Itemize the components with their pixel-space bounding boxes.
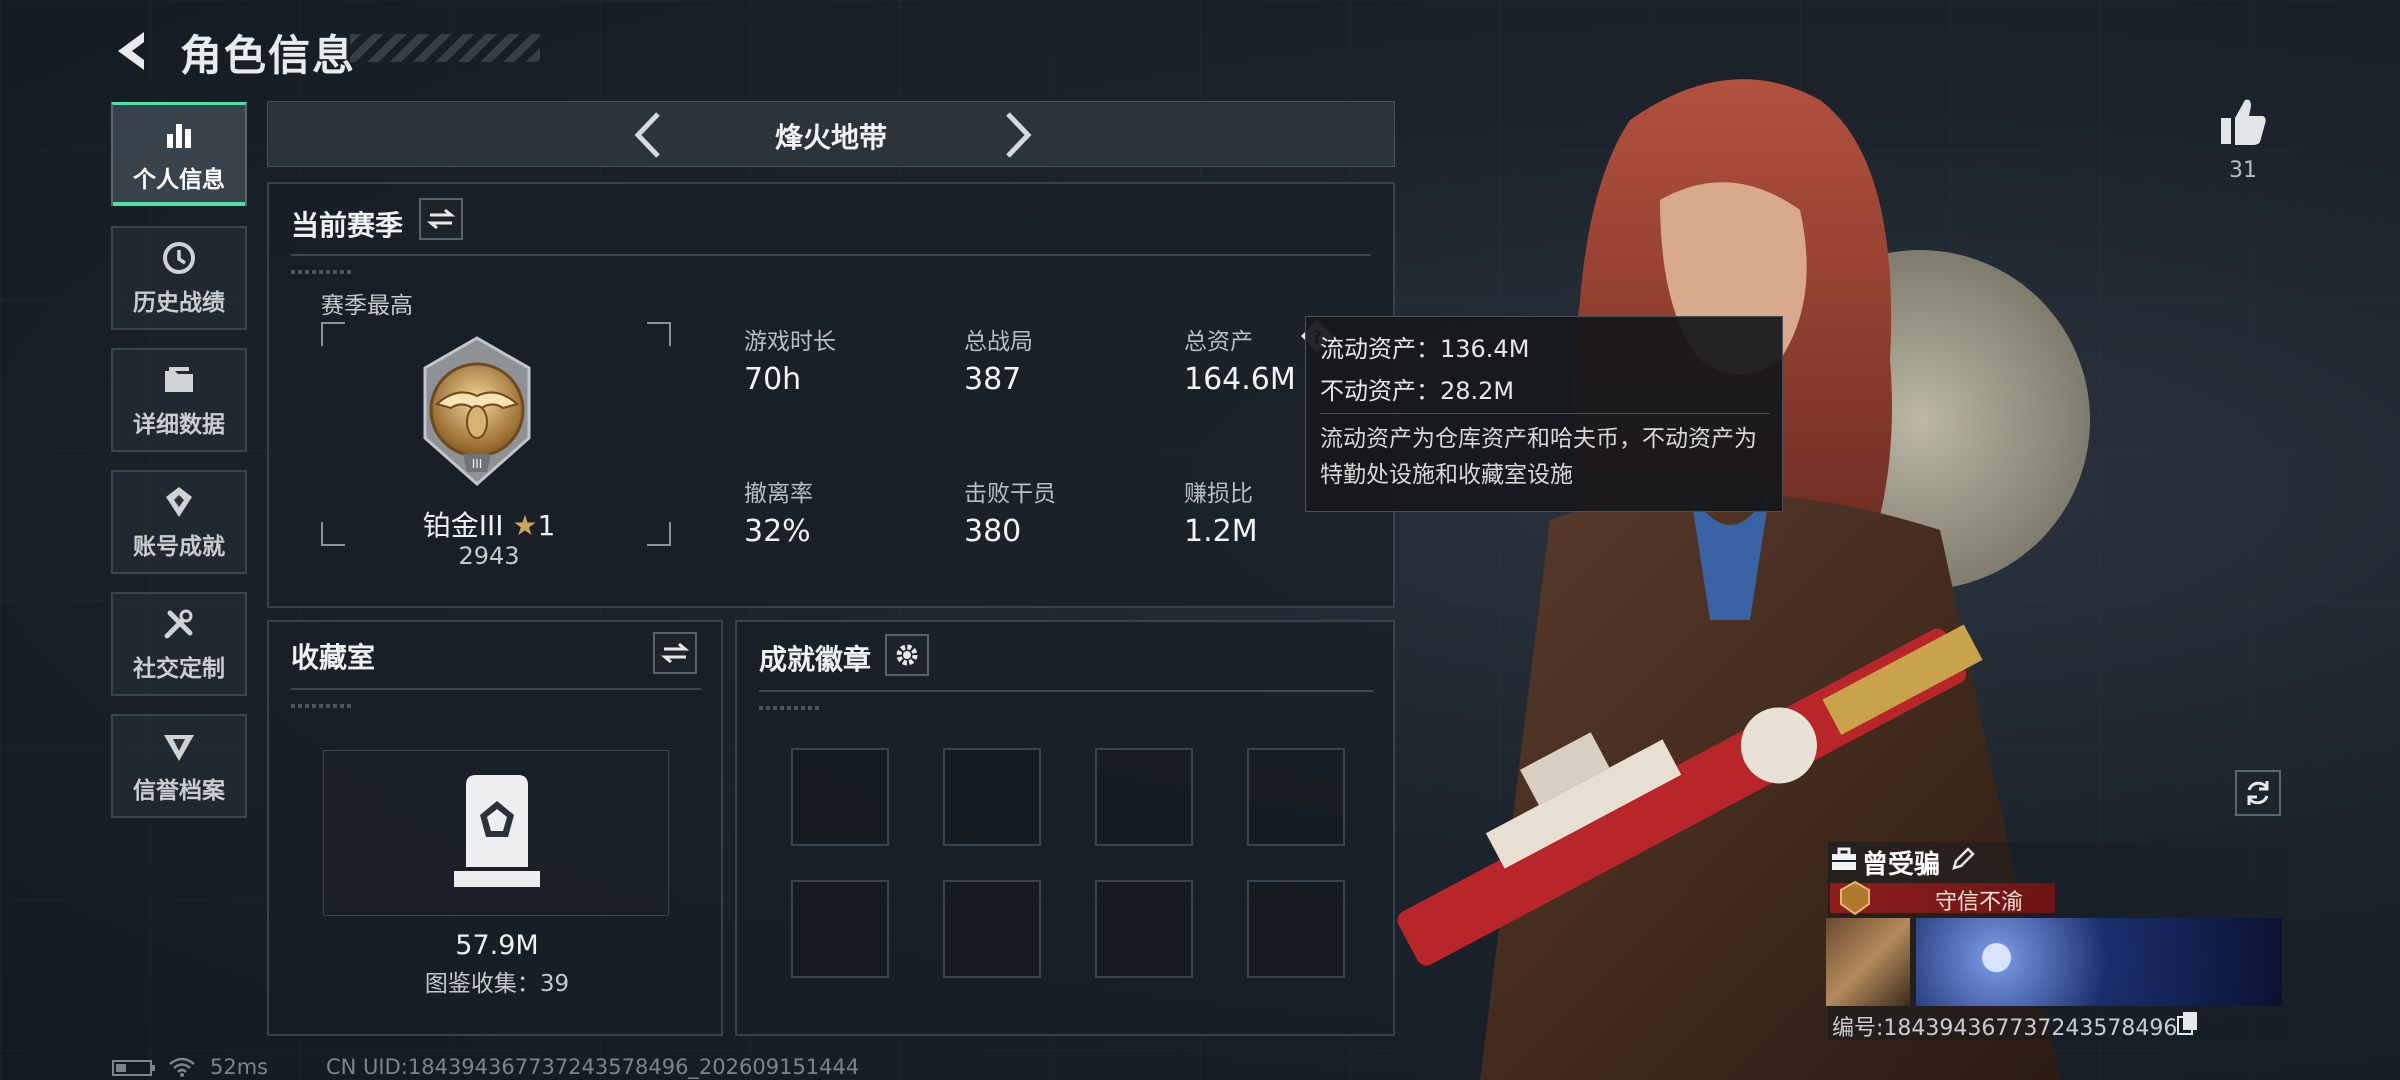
swap-icon	[427, 208, 455, 230]
shield-icon	[164, 735, 194, 761]
collection-title: 收藏室	[291, 641, 376, 674]
mode-name: 烽火地带	[774, 121, 887, 154]
divider	[1320, 413, 1770, 414]
badge-slot[interactable]	[791, 748, 889, 846]
sidebar-item-details[interactable]: 详细数据	[111, 348, 247, 452]
stat-value: 387	[964, 362, 1022, 397]
stat-value: 380	[964, 514, 1022, 549]
sidebar-item-label: 个人信息	[133, 166, 225, 193]
stat-label: 击败干员	[964, 481, 1056, 507]
stat-label: 总战局	[964, 329, 1033, 355]
decoration	[291, 704, 351, 708]
collection-panel: 收藏室 57.9M 图鉴收集：39	[267, 620, 723, 1036]
badge-slot[interactable]	[1095, 880, 1193, 978]
thumbs-up-icon[interactable]	[2215, 94, 2271, 150]
stat-value: 32%	[744, 514, 811, 549]
season-title: 当前赛季	[291, 209, 404, 242]
name-card-banner[interactable]	[1916, 918, 2282, 1006]
sidebar-item-achievements[interactable]: 账号成就	[111, 470, 247, 574]
collection-switch-button[interactable]	[653, 632, 697, 674]
tooltip-fixed-assets: 不动资产：28.2M	[1320, 377, 1515, 405]
frame-corner	[647, 322, 671, 346]
sidebar-item-history[interactable]: 历史战绩	[111, 226, 247, 330]
stat-label: 赚损比	[1184, 481, 1253, 507]
rank-star-icon: ★	[512, 509, 538, 542]
season-best-label: 赛季最高	[321, 293, 413, 319]
achievement-icon	[166, 487, 192, 517]
stat-label: 总资产	[1184, 329, 1253, 355]
bar-chart-icon	[167, 123, 191, 148]
stat-value: 70h	[744, 362, 802, 397]
honor-emblem-icon	[1840, 880, 1870, 916]
rank-stars: 1	[537, 509, 556, 542]
badge-panel: 成就徽章	[735, 620, 1395, 1036]
decoration	[291, 270, 351, 274]
rank-medal-icon: III	[423, 336, 531, 487]
tooltip-description: 流动资产为仓库资产和哈夫币，不动资产为特勤处设施和收藏室设施	[1320, 426, 1757, 488]
gear-icon	[896, 644, 918, 666]
back-arrow-icon[interactable]	[110, 28, 156, 74]
collection-preview[interactable]	[323, 750, 669, 916]
frame-corner	[321, 322, 345, 346]
honor-title: 守信不渝	[1935, 890, 2024, 915]
page-title: 角色信息	[180, 31, 357, 80]
stat-label: 游戏时长	[744, 329, 836, 355]
badge-slot[interactable]	[943, 748, 1041, 846]
sidebar-item-personal-info[interactable]: 个人信息	[111, 102, 247, 206]
avatar[interactable]	[1826, 918, 1910, 1006]
season-switch-button[interactable]	[419, 198, 463, 240]
rank-line: 铂金III ★1	[339, 504, 639, 544]
sidebar-item-credit[interactable]: 信誉档案	[111, 714, 247, 818]
badge-slot[interactable]	[943, 880, 1041, 978]
edit-icon[interactable]	[1950, 846, 1976, 872]
mode-switch-bar: 烽火地带	[267, 101, 1395, 167]
badge-title: 成就徽章	[759, 643, 872, 676]
display-case-icon	[454, 775, 540, 887]
collection-value: 57.9M	[455, 930, 539, 961]
frame-corner	[647, 522, 671, 546]
rank-score: 2943	[458, 542, 520, 570]
like-count: 31	[2229, 158, 2257, 183]
sidebar-item-label: 历史战绩	[133, 290, 225, 316]
folder-icon	[165, 367, 193, 392]
chevron-right-icon[interactable]	[998, 110, 1038, 160]
refresh-icon	[2247, 781, 2269, 805]
sidebar-item-label: 信誉档案	[133, 778, 225, 804]
sidebar-item-label: 账号成就	[133, 534, 225, 560]
copy-icon[interactable]	[2176, 1010, 2200, 1036]
title-decoration	[350, 34, 540, 62]
player-id: 编号:184394367737243578496	[1832, 1016, 2178, 1041]
asset-tooltip: 流动资产：136.4M 不动资产：28.2M 流动资产为仓库资产和哈夫币，不动资…	[1305, 316, 1783, 512]
player-name: 曾受骗	[1862, 850, 1941, 880]
wifi-icon	[169, 1057, 195, 1077]
stat-value: 164.6M	[1184, 362, 1296, 397]
badge-slot[interactable]	[1095, 748, 1193, 846]
sidebar-item-social[interactable]: 社交定制	[111, 592, 247, 696]
stat-label: 撤离率	[744, 481, 813, 507]
stat-value: 1.2M	[1184, 514, 1258, 549]
briefcase-icon	[1832, 847, 1856, 870]
tools-icon	[164, 609, 193, 639]
history-icon	[163, 242, 195, 274]
sidebar-item-label: 社交定制	[133, 656, 225, 682]
ping-display: 52ms	[210, 1055, 269, 1079]
swap-icon	[661, 642, 689, 664]
collection-count: 图鉴收集：39	[424, 971, 570, 997]
badge-settings-button[interactable]	[885, 634, 929, 676]
refresh-button[interactable]	[2235, 770, 2281, 816]
rank-name: 铂金III	[422, 509, 504, 542]
svg-text:III: III	[472, 457, 483, 471]
battery-icon	[112, 1060, 155, 1076]
divider	[291, 688, 701, 690]
divider	[291, 254, 1371, 256]
sidebar-item-label: 详细数据	[133, 412, 225, 438]
badge-slot[interactable]	[791, 880, 889, 978]
uid-display: CN UID:184394367737243578496_20260915144…	[326, 1055, 860, 1079]
tooltip-liquid-assets: 流动资产：136.4M	[1320, 335, 1530, 363]
decoration	[759, 706, 819, 710]
divider	[759, 690, 1373, 692]
season-panel: 当前赛季 赛季最高 III 铂金III ★1 2943 游戏时长 70h 总战局…	[267, 182, 1395, 608]
